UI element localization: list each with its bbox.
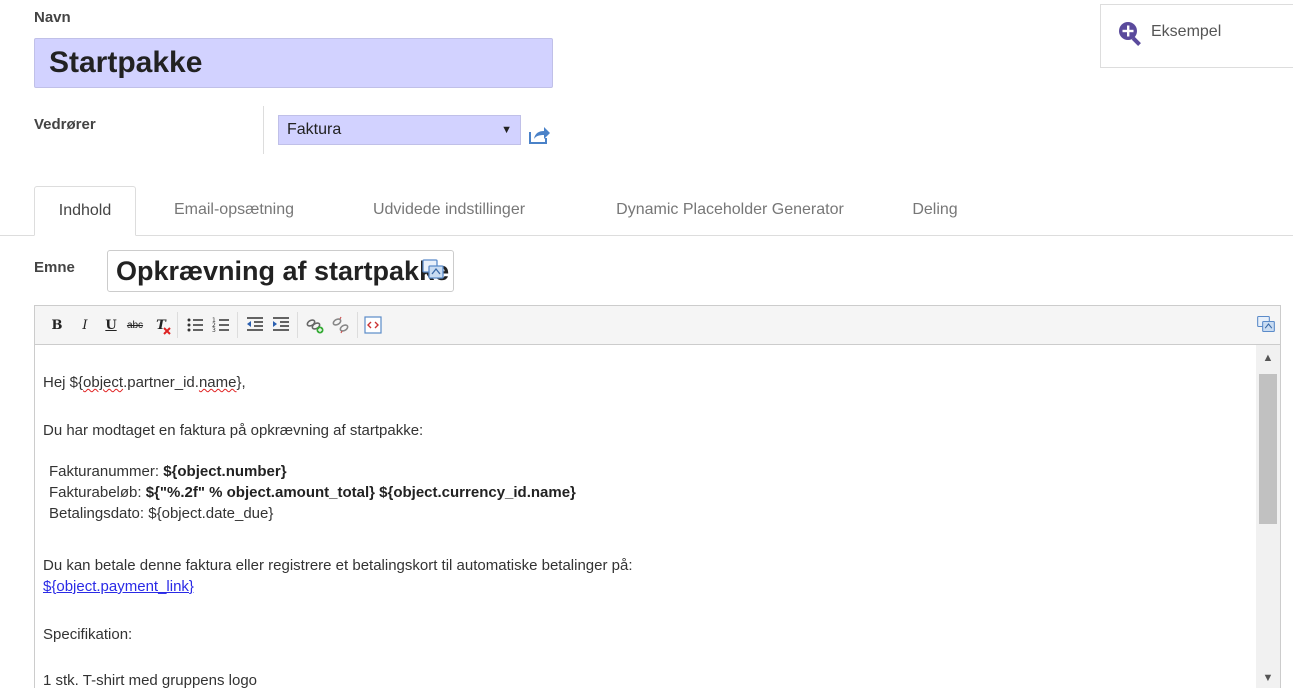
divider [263, 106, 264, 154]
toolbar-separator [177, 312, 178, 338]
invoice-number-value: ${object.number} [163, 463, 287, 480]
spec-item-line: 1 stk. T-shirt med gruppens logo [43, 672, 257, 688]
invoice-number-label: Fakturanummer: [49, 463, 164, 480]
greeting-object: object [83, 374, 124, 391]
italic-button[interactable]: I [75, 315, 95, 335]
body-editor: B I U abc T 1 2 3 Hej ${object.partner_i… [34, 305, 1281, 688]
invoice-amount-line: Fakturabeløb: ${"%.2f" % object.amount_t… [49, 482, 576, 503]
tab-advanced-settings[interactable]: Udvidede indstillinger [339, 186, 559, 235]
translate-icon[interactable] [421, 257, 445, 281]
preview-label: Eksempel [1151, 23, 1222, 40]
editor-scrollbar[interactable]: ▲ ▼ [1256, 345, 1280, 688]
strikethrough-button[interactable]: abc [125, 315, 145, 335]
preview-button[interactable]: Eksempel [1100, 4, 1293, 68]
numbered-list-icon[interactable]: 1 2 3 [211, 315, 231, 335]
greeting-line: Hej ${object.partner_id.name}, [43, 372, 246, 393]
scroll-up-icon[interactable]: ▲ [1256, 349, 1280, 367]
invoice-amount-value: ${"%.2f" % object.amount_total} ${object… [145, 484, 576, 501]
greeting-suffix: }, [236, 374, 246, 391]
clear-formatting-button[interactable]: T [151, 315, 171, 335]
due-date-value: ${object.date_due} [148, 505, 274, 522]
editor-toolbar: B I U abc T 1 2 3 [35, 306, 1280, 345]
tab-content[interactable]: Indhold [34, 186, 136, 236]
spec-label-line: Specifikation: [43, 626, 133, 643]
tab-dynamic-placeholder-generator[interactable]: Dynamic Placeholder Generator [579, 186, 881, 235]
intro-line: Du har modtaget en faktura på opkrævning… [43, 422, 424, 439]
remove-x-icon [163, 327, 171, 335]
zoom-in-icon [1119, 22, 1141, 46]
outdent-icon[interactable] [245, 315, 265, 335]
unlink-icon[interactable] [331, 315, 351, 335]
external-link-icon[interactable] [527, 124, 551, 146]
greeting-name: name [198, 374, 237, 391]
payment-link-line: ${object.payment_link} [43, 576, 194, 597]
due-date-line: Betalingsdato: ${object.date_due} [49, 503, 273, 524]
greeting-mid: .partner_id. [123, 374, 199, 391]
greeting-prefix: Hej ${ [43, 374, 84, 391]
tab-bar: Indhold Email-opsætning Udvidede indstil… [0, 186, 1293, 236]
related-model-select[interactable]: Faktura ▼ [278, 115, 521, 145]
svg-text:3: 3 [212, 327, 216, 334]
toolbar-separator [237, 312, 238, 338]
translate-icon[interactable] [1256, 314, 1276, 334]
scroll-thumb[interactable] [1259, 374, 1277, 524]
due-date-label: Betalingsdato: [49, 505, 149, 522]
caret-down-icon: ▼ [501, 124, 512, 136]
name-input[interactable]: Startpakke [34, 38, 553, 88]
tab-email-settings[interactable]: Email-opsætning [146, 186, 322, 235]
payment-link[interactable]: ${object.payment_link} [43, 578, 194, 595]
invoice-number-line: Fakturanummer: ${object.number} [49, 461, 287, 482]
template-form: Navn Startpakke Eksempel Vedrører Faktur… [0, 0, 1293, 688]
link-icon[interactable] [305, 315, 325, 335]
source-code-icon[interactable] [363, 315, 383, 335]
related-label: Vedrører [34, 116, 96, 133]
toolbar-separator [357, 312, 358, 338]
bullet-list-icon[interactable] [185, 315, 205, 335]
editor-content[interactable]: Hej ${object.partner_id.name}, Du har mo… [35, 345, 1256, 688]
underline-button[interactable]: U [101, 315, 121, 335]
related-model-value: Faktura [287, 121, 342, 138]
bold-button[interactable]: B [47, 315, 67, 335]
toolbar-separator [297, 312, 298, 338]
invoice-amount-label: Fakturabeløb: [49, 484, 146, 501]
indent-icon[interactable] [271, 315, 291, 335]
tab-sharing[interactable]: Deling [893, 186, 977, 235]
subject-label: Emne [34, 259, 75, 276]
payment-text-line: Du kan betale denne faktura eller regist… [43, 557, 633, 574]
name-label: Navn [34, 9, 71, 26]
subject-input[interactable]: Opkrævning af startpakke [107, 250, 454, 292]
scroll-down-icon[interactable]: ▼ [1256, 669, 1280, 687]
